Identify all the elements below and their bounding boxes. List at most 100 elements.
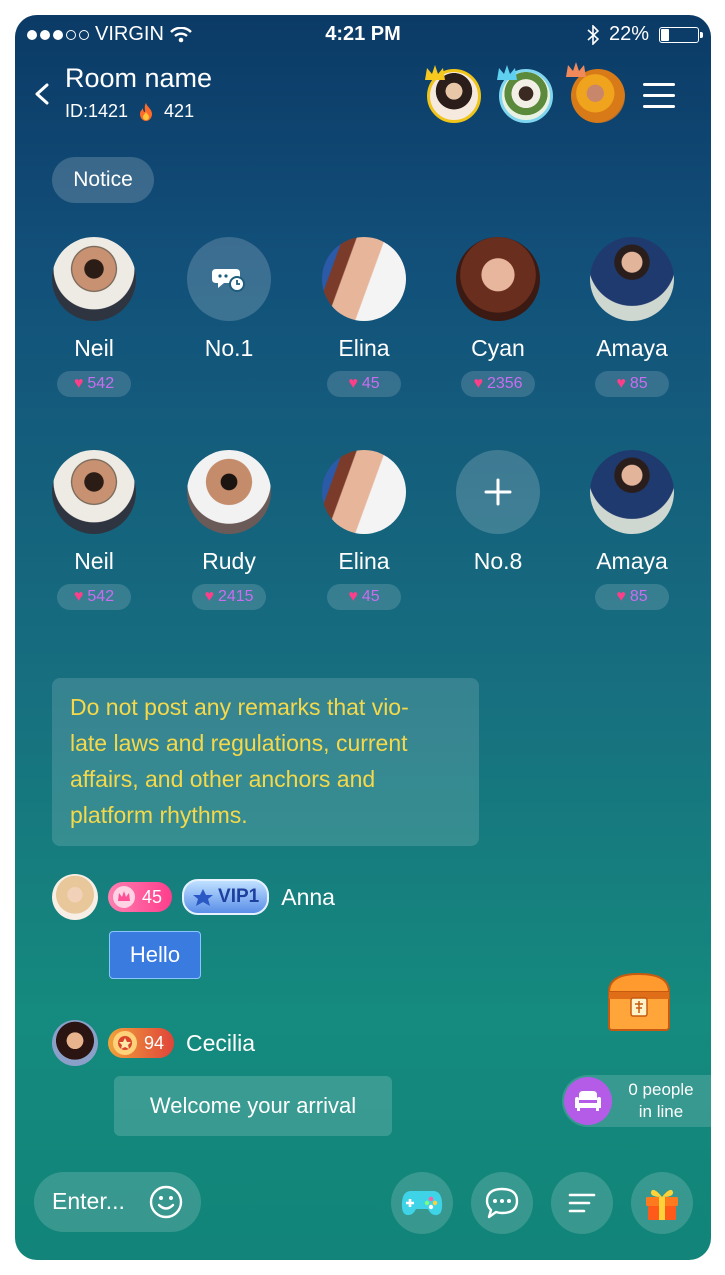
hot-count: 421 [164,101,195,121]
heart-icon: ♥ [616,588,626,605]
likes-badge: ♥ 45 [327,371,401,397]
list-icon [568,1193,596,1213]
seat-name: Amaya [596,548,668,574]
seat-name: No.8 [473,548,523,574]
seat-avatar [322,450,406,534]
gamepad-icon [401,1191,443,1216]
likes-badge: ♥ 85 [595,584,669,610]
list-button[interactable] [551,1172,613,1234]
avatar[interactable] [52,874,98,920]
treasure-chest-icon[interactable] [603,970,675,1034]
chat-message-header: 94 Cecilia [52,1020,255,1066]
heart-icon: ♥ [348,375,358,392]
heart-icon: ♥ [204,588,214,605]
top-fan-avatar-1[interactable] [425,65,481,123]
game-button[interactable] [391,1172,453,1234]
likes-badge: ♥ 45 [327,584,401,610]
seat-10[interactable]: Amaya ♥ 85 [577,450,687,610]
top-fan-avatar-3[interactable] [566,62,625,123]
chat-input-placeholder: Enter... [52,1188,125,1214]
gift-button[interactable] [631,1172,693,1234]
emoji-icon[interactable] [149,1185,183,1219]
plus-icon [484,478,512,506]
room-name: Room name [65,63,213,93]
seat-8[interactable]: Elina ♥ 45 [309,450,419,610]
likes-badge: ♥ 85 [595,371,669,397]
crown-icon [425,65,445,80]
chat-bubble: Hello [109,931,201,979]
rules-line: late laws and regulations, current [70,730,408,756]
likes-badge: ♥ 2415 [192,584,266,610]
queue-text: 0 people in line [628,1080,694,1121]
speech-bubble-icon [485,1187,519,1219]
seat-5[interactable]: Amaya ♥ 85 [577,237,687,397]
seat-name: Cyan [471,335,525,361]
seat-name: Elina [338,548,390,574]
seat-name: Neil [74,548,114,574]
heart-icon: ♥ [73,588,84,605]
heart-icon: ♥ [473,375,483,392]
seat-4[interactable]: Cyan ♥ 2356 [443,237,553,397]
seat-1[interactable]: Neil ♥ 542 [39,237,149,397]
back-icon[interactable] [31,77,53,111]
chat-input[interactable]: Enter... [34,1172,201,1232]
phone-screen: VIRGIN 4:21 PM 22% Room name ID:1421 421… [15,15,711,1260]
rules-line: platform rhythms. [70,802,248,828]
bluetooth-icon [587,24,599,45]
seat-avatar [590,237,674,321]
menu-icon[interactable] [643,83,675,109]
room-rules-notice: Do not post any remarks that vio- late l… [52,678,479,846]
crown-icon [497,65,517,80]
seat-empty-circle [456,450,540,534]
seat-6[interactable]: Neil ♥ 542 [39,450,149,610]
crown-badge-icon [113,886,135,908]
room-header: Room name ID:1421 421 [15,55,711,135]
likes-badge: ♥ 2356 [461,371,535,397]
seat-9[interactable]: No.8 [443,450,553,576]
seat-avatar [456,237,540,321]
seat-avatar [322,237,406,321]
seat-2[interactable]: No.1 [174,237,284,363]
seat-name: Elina [338,335,390,361]
seat-avatar [590,450,674,534]
rules-line: Do not post any remarks that vio- [70,694,409,720]
seat-name: Neil [74,335,114,361]
seat-avatar [187,450,271,534]
top-fan-avatar-2[interactable] [497,65,553,123]
battery-percent: 22% [608,23,649,45]
status-bar: VIRGIN 4:21 PM 22% [15,15,711,53]
seat-7[interactable]: Rudy ♥ 2415 [174,450,284,610]
avatar[interactable] [52,1020,98,1066]
username: Anna [281,883,335,910]
seat-name: Rudy [202,548,256,574]
vip-wing-icon [193,889,214,906]
likes-badge: ♥ 542 [57,584,131,610]
seat-name: Amaya [596,335,668,361]
fire-icon [140,102,153,121]
notice-button[interactable]: Notice [52,157,154,203]
likes-badge: ♥ 542 [57,371,131,397]
message-button[interactable] [471,1172,533,1234]
medal-icon [113,1031,137,1055]
seat-name: No.1 [204,335,254,361]
battery-area: 22% [587,23,703,46]
heart-icon: ♥ [348,588,358,605]
seat-empty-circle [187,237,271,321]
chat-message-header: 45 VIP1 Anna [52,874,335,920]
chat-clock-icon [212,269,245,292]
seat-avatar [52,450,136,534]
seat-3[interactable]: Elina ♥ 45 [309,237,419,397]
battery-icon [659,26,703,43]
vip-badge: VIP1 [182,879,270,915]
crown-icon [566,62,586,77]
sofa-icon [564,1077,612,1125]
level-badge: 94 [108,1028,175,1058]
gift-icon [646,1189,678,1220]
chat-bubble: Welcome your arrival [114,1076,392,1136]
rules-line: affairs, and other anchors and [70,766,376,792]
room-id: ID:1421 [65,101,129,121]
mic-queue[interactable]: 0 people in line [562,1075,711,1127]
username: Cecilia [186,1029,256,1056]
room-meta: ID:1421 421 [65,101,194,122]
seat-avatar [52,237,136,321]
